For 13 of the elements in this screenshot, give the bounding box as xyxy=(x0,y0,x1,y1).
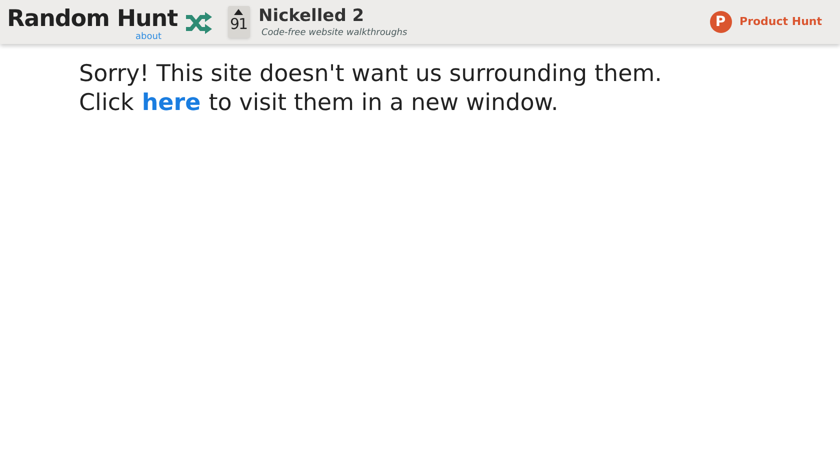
product-tagline: Code-free website walkthroughs xyxy=(262,27,408,39)
product-name[interactable]: Nickelled 2 xyxy=(258,5,408,27)
shuffle-icon[interactable] xyxy=(186,12,212,34)
vote-button[interactable]: 91 xyxy=(228,6,250,38)
letter-badge[interactable]: P xyxy=(710,11,732,33)
site-title[interactable]: Random Hunt xyxy=(7,6,178,32)
error-message: Sorry! This site doesn't want us surrounding them. xyxy=(79,60,663,89)
upvote-icon xyxy=(234,9,244,15)
here-link[interactable]: here xyxy=(142,89,201,118)
message-text: Click xyxy=(79,89,134,118)
about-link[interactable]: about xyxy=(136,32,162,42)
product-hunt-link[interactable]: Product Hunt xyxy=(740,14,822,30)
message-text: to visit them in a new window. xyxy=(208,89,558,118)
